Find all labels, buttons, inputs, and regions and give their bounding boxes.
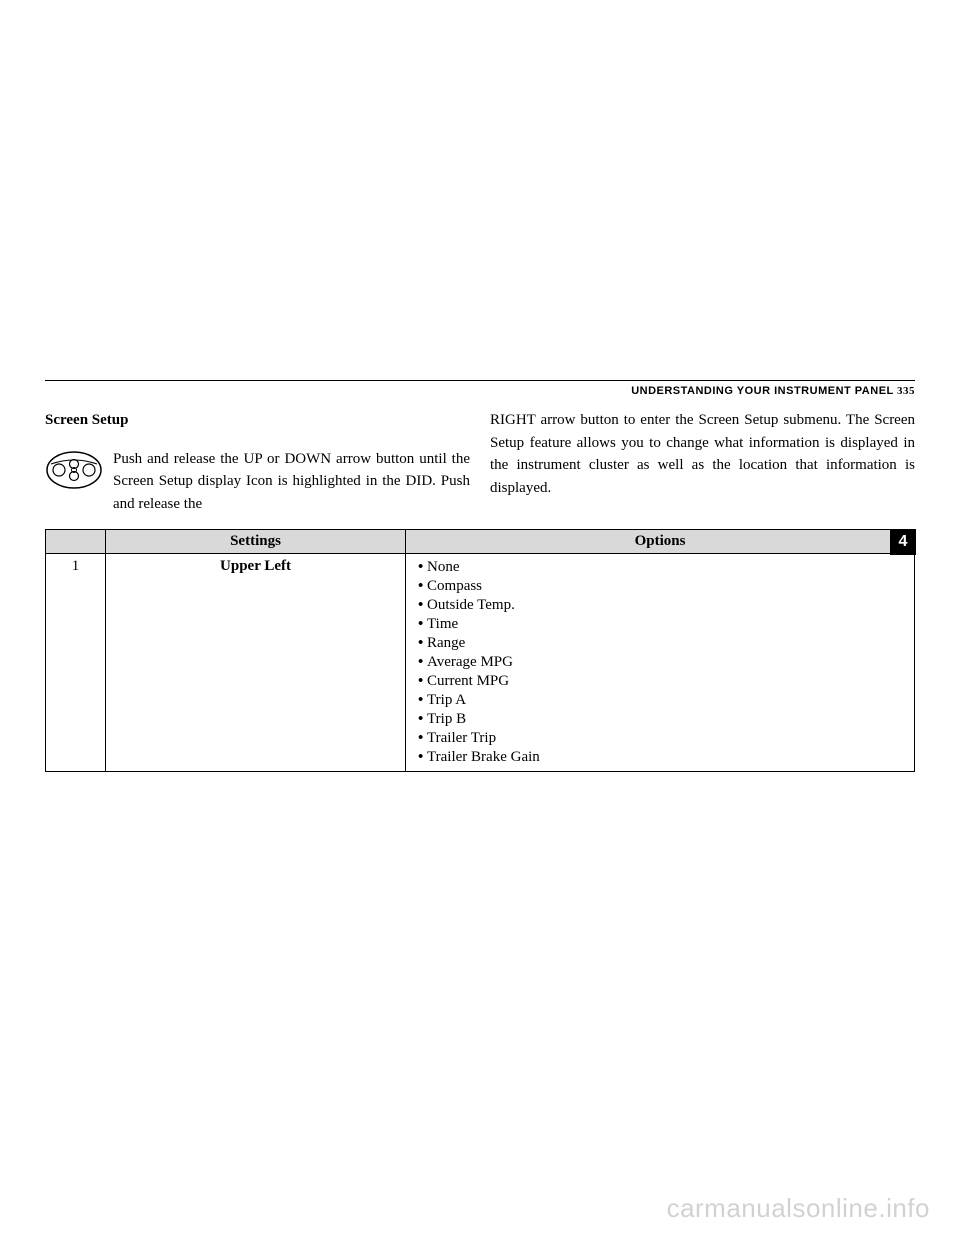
page-header: UNDERSTANDING YOUR INSTRUMENT PANEL 335 xyxy=(45,385,915,397)
option-item: Trailer Trip xyxy=(418,729,906,748)
dpad-icon xyxy=(45,450,103,498)
row-setting: Upper Left xyxy=(106,554,406,772)
option-item: Average MPG xyxy=(418,653,906,672)
option-item: Trip B xyxy=(418,710,906,729)
row-number: 1 xyxy=(46,554,106,772)
option-item: Outside Temp. xyxy=(418,596,906,615)
header-page-number: 335 xyxy=(897,385,915,397)
left-paragraph: Push and release the UP or DOWN arrow bu… xyxy=(113,448,470,516)
header-blank xyxy=(46,530,106,554)
option-item: Trip A xyxy=(418,691,906,710)
table-row: 1 Upper Left None Compass Outside Temp. … xyxy=(46,554,915,772)
option-item: Time xyxy=(418,615,906,634)
option-item: None xyxy=(418,558,906,577)
header-options: Options xyxy=(406,530,915,554)
section-title: Screen Setup xyxy=(45,409,470,432)
right-paragraph: RIGHT arrow button to enter the Screen S… xyxy=(490,409,915,499)
watermark: carmanualsonline.info xyxy=(667,1193,930,1224)
chapter-tab: 4 xyxy=(890,529,916,555)
header-section: UNDERSTANDING YOUR INSTRUMENT PANEL xyxy=(631,385,894,397)
option-item: Range xyxy=(418,634,906,653)
table-header-row: Settings Options xyxy=(46,530,915,554)
top-rule xyxy=(45,380,915,381)
option-item: Current MPG xyxy=(418,672,906,691)
option-item: Compass xyxy=(418,577,906,596)
header-settings: Settings xyxy=(106,530,406,554)
row-options: None Compass Outside Temp. Time Range Av… xyxy=(406,554,915,772)
option-item: Trailer Brake Gain xyxy=(418,748,906,767)
settings-table: Settings Options 1 Upper Left None Compa… xyxy=(45,529,915,772)
